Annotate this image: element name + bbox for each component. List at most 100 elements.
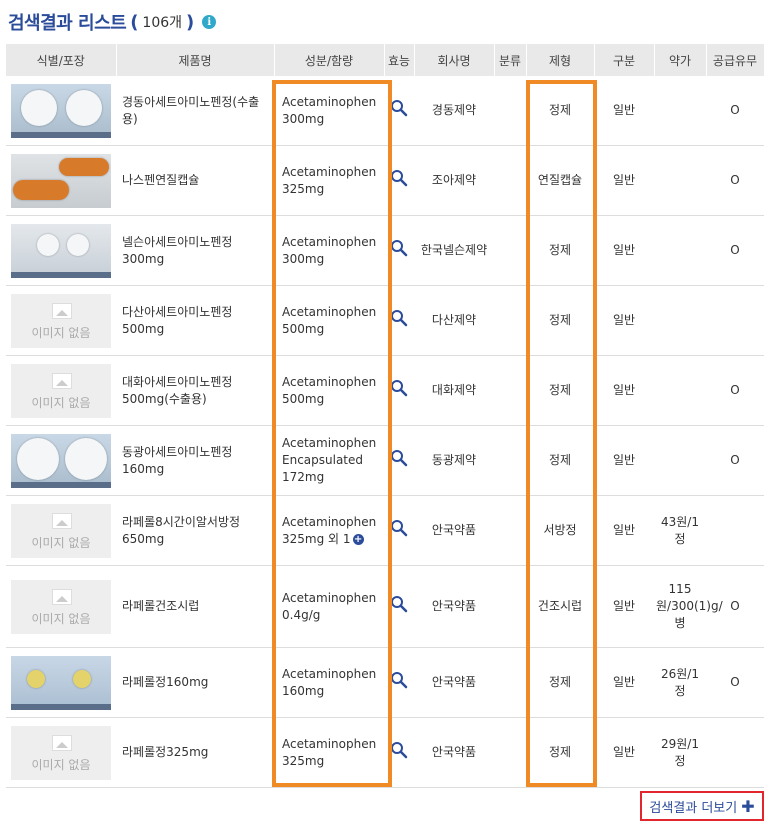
- category: [494, 285, 526, 356]
- ingredient: Acetaminophen Encapsulated 172mg: [274, 425, 384, 496]
- cell-efficacy[interactable]: [384, 647, 414, 718]
- col-header-price: 약가: [654, 44, 707, 76]
- product-name-link[interactable]: 넬슨아세트아미노펜정 300mg: [116, 215, 274, 286]
- info-icon[interactable]: i: [202, 15, 217, 29]
- ingredient: Acetaminophen 300mg: [274, 76, 384, 146]
- supply-status: [706, 495, 764, 566]
- supply-status: O: [706, 647, 764, 718]
- col-header-name: 제품명: [116, 44, 275, 76]
- ingredient: Acetaminophen 325mg: [274, 717, 384, 788]
- drug-type: 일반: [594, 565, 654, 648]
- cell-image: 이미지 없음: [6, 565, 116, 648]
- drug-type: 일반: [594, 647, 654, 718]
- result-count: 106개: [142, 15, 183, 31]
- search-icon[interactable]: [390, 169, 408, 187]
- price: 26원/1정: [654, 647, 706, 718]
- search-icon[interactable]: [390, 449, 408, 467]
- price: 43원/1정: [654, 495, 706, 566]
- product-image[interactable]: [11, 433, 111, 488]
- expand-ingredients-icon[interactable]: +: [352, 533, 364, 545]
- table-row[interactable]: 라페롤정160mg Acetaminophen 160mg 안국약품 정제 일반…: [6, 647, 764, 718]
- table-row[interactable]: 나스펜연질캡슐 Acetaminophen 325mg 조아제약 연질캡슐 일반…: [6, 145, 764, 216]
- drug-type: 일반: [594, 495, 654, 566]
- search-icon[interactable]: [390, 741, 408, 759]
- product-name-link[interactable]: 라페롤정160mg: [116, 647, 274, 718]
- no-image-label: 이미지 없음: [31, 325, 91, 340]
- table-row[interactable]: 경동아세트아미노펜정(수출용) Acetaminophen 300mg 경동제약…: [6, 76, 764, 146]
- cell-efficacy[interactable]: [384, 495, 414, 566]
- image-placeholder-icon: [52, 588, 72, 605]
- cell-efficacy[interactable]: [384, 215, 414, 286]
- product-name-link[interactable]: 라페롤8시간이알서방정 650mg: [116, 495, 274, 566]
- product-image[interactable]: [11, 655, 111, 710]
- product-name-link[interactable]: 나스펜연질캡슐: [116, 145, 274, 216]
- price: [654, 215, 706, 286]
- cell-image[interactable]: [6, 647, 116, 718]
- cell-image[interactable]: [6, 76, 116, 146]
- image-placeholder-icon: [52, 734, 72, 751]
- col-header-image: 식별/포장: [6, 44, 117, 76]
- table-row[interactable]: 이미지 없음 라페롤8시간이알서방정 650mg Acetaminophen 3…: [6, 495, 764, 566]
- dosage-form: 정제: [526, 285, 594, 356]
- image-placeholder-icon: [52, 302, 72, 319]
- ingredient: Acetaminophen 500mg: [274, 285, 384, 356]
- cell-efficacy[interactable]: [384, 355, 414, 426]
- col-header-supply: 공급유무: [706, 44, 765, 76]
- cell-image[interactable]: [6, 425, 116, 496]
- ingredient: Acetaminophen 160mg: [274, 647, 384, 718]
- no-image-placeholder: 이미지 없음: [11, 725, 111, 780]
- product-name-link[interactable]: 동광아세트아미노펜정 160mg: [116, 425, 274, 496]
- search-icon[interactable]: [390, 309, 408, 327]
- drug-type: 일반: [594, 145, 654, 216]
- cell-efficacy[interactable]: [384, 285, 414, 356]
- table-row[interactable]: 이미지 없음 라페롤건조시럽 Acetaminophen 0.4g/g 안국약품…: [6, 565, 764, 648]
- product-name-link[interactable]: 대화아세트아미노펜정 500mg(수출용): [116, 355, 274, 426]
- col-header-category: 분류: [494, 44, 527, 76]
- company: 안국약품: [414, 717, 494, 788]
- cell-image[interactable]: [6, 215, 116, 286]
- cell-efficacy[interactable]: [384, 145, 414, 216]
- product-image[interactable]: [11, 83, 111, 138]
- cell-image[interactable]: [6, 145, 116, 216]
- product-name-link[interactable]: 라페롤건조시럽: [116, 565, 274, 648]
- price: [654, 285, 706, 356]
- supply-status: [706, 285, 764, 356]
- search-icon[interactable]: [390, 379, 408, 397]
- table-row[interactable]: 넬슨아세트아미노펜정 300mg Acetaminophen 300mg 한국넬…: [6, 215, 764, 286]
- company: 안국약품: [414, 495, 494, 566]
- category: [494, 76, 526, 146]
- table-row[interactable]: 이미지 없음 대화아세트아미노펜정 500mg(수출용) Acetaminoph…: [6, 355, 764, 426]
- cell-efficacy[interactable]: [384, 717, 414, 788]
- product-name-link[interactable]: 다산아세트아미노펜정 500mg: [116, 285, 274, 356]
- search-icon[interactable]: [390, 671, 408, 689]
- product-name-link[interactable]: 경동아세트아미노펜정(수출용): [116, 76, 274, 146]
- category: [494, 647, 526, 718]
- cell-efficacy[interactable]: [384, 76, 414, 146]
- no-image-placeholder: 이미지 없음: [11, 293, 111, 348]
- cell-efficacy[interactable]: [384, 425, 414, 496]
- supply-status: O: [706, 215, 764, 286]
- search-icon[interactable]: [390, 595, 408, 613]
- dosage-form: 정제: [526, 355, 594, 426]
- results-table: 식별/포장 제품명 성분/함량 효능 회사명 분류 제형 구분 약가 공급유무 …: [6, 44, 765, 788]
- more-results-button[interactable]: 검색결과 더보기 ✚: [640, 791, 764, 821]
- search-icon[interactable]: [390, 239, 408, 257]
- col-header-type: 구분: [594, 44, 655, 76]
- table-row[interactable]: 이미지 없음 다산아세트아미노펜정 500mg Acetaminophen 50…: [6, 285, 764, 356]
- search-icon[interactable]: [390, 519, 408, 537]
- table-row[interactable]: 동광아세트아미노펜정 160mg Acetaminophen Encapsula…: [6, 425, 764, 496]
- product-image[interactable]: [11, 153, 111, 208]
- product-name-link[interactable]: 라페롤정325mg: [116, 717, 274, 788]
- price: [654, 145, 706, 216]
- search-icon[interactable]: [390, 99, 408, 117]
- cell-efficacy[interactable]: [384, 565, 414, 648]
- cell-image: 이미지 없음: [6, 285, 116, 356]
- no-image-placeholder: 이미지 없음: [11, 503, 111, 558]
- col-header-company: 회사명: [414, 44, 495, 76]
- page-title: 검색결과 리스트 ( 106개 ) i: [8, 8, 217, 36]
- table-row[interactable]: 이미지 없음 라페롤정325mg Acetaminophen 325mg 안국약…: [6, 717, 764, 788]
- category: [494, 717, 526, 788]
- supply-status: [706, 717, 764, 788]
- product-image[interactable]: [11, 223, 111, 278]
- dosage-form: 정제: [526, 425, 594, 496]
